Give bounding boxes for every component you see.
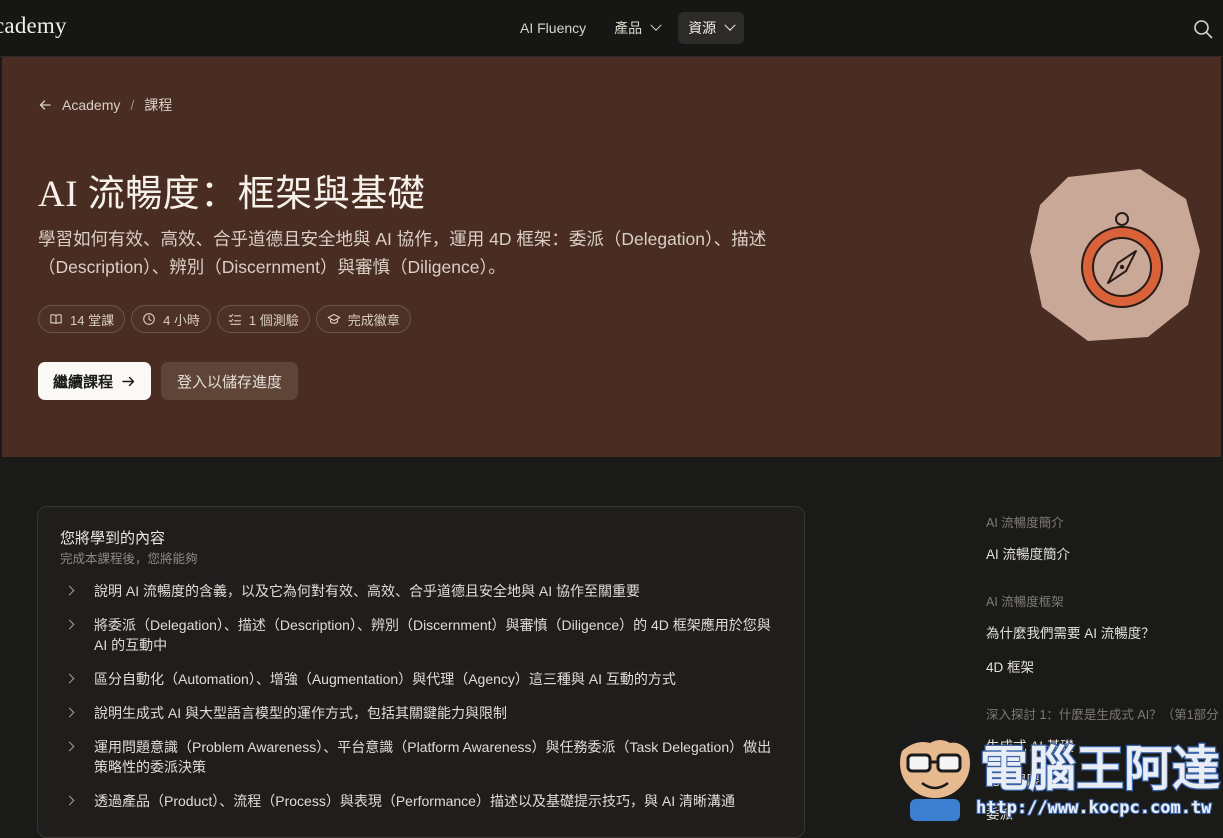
outcome-text: 運用問題意識（Problem Awareness）、平台意識（Platform …: [94, 739, 772, 775]
academy-logo[interactable]: cademy: [0, 13, 67, 39]
list-item: 區分自動化（Automation）、增強（Augmentation）與代理（Ag…: [60, 669, 780, 689]
learning-outcomes-card: 您將學到的內容 完成本課程後，您將能夠 說明 AI 流暢度的含義，以及它為何對有…: [37, 506, 805, 838]
badge-chip-label: 完成徽章: [347, 312, 400, 328]
clock-icon: [143, 313, 155, 325]
chevron-down-icon: [650, 19, 662, 31]
graduation-cap-icon: [327, 313, 341, 324]
outcome-text: 說明 AI 流暢度的含義，以及它為何對有效、高效、合乎道德且安全地與 AI 協作…: [94, 583, 641, 599]
outline-lesson-link[interactable]: AI 流暢度簡介: [986, 543, 1223, 563]
chevron-right-icon: [64, 673, 75, 684]
checklist-icon: [228, 313, 241, 325]
book-icon: [50, 314, 62, 325]
learning-outcomes-title: 您將學到的內容: [60, 530, 166, 547]
mascot-icon: [898, 726, 972, 821]
list-item: 將委派（Delegation）、描述（Description）、辨別（Disce…: [60, 615, 780, 655]
quiz-chip: 1 個測驗: [216, 305, 310, 333]
breadcrumb-separator: /: [130, 97, 135, 113]
list-item: 運用問題意識（Problem Awareness）、平台意識（Platform …: [60, 737, 780, 777]
chevron-right-icon: [64, 795, 75, 806]
site-watermark: 電腦王阿達 http://www.kocpc.com.tw: [898, 726, 1221, 821]
breadcrumb-academy-link[interactable]: Academy: [62, 97, 120, 113]
watermark-url: http://www.kocpc.com.tw: [976, 798, 1212, 818]
arrow-left-icon[interactable]: [38, 98, 52, 112]
nav-ai-fluency[interactable]: AI Fluency: [510, 12, 596, 44]
learning-outcomes-subtitle: 完成本課程後，您將能夠: [60, 552, 198, 566]
duration-chip-label: 4 小時: [163, 312, 200, 328]
list-item: 說明 AI 流暢度的含義，以及它為何對有效、高效、合乎道德且安全地與 AI 協作…: [60, 581, 780, 601]
outcome-text: 透過產品（Product）、流程（Process）與表現（Performance…: [94, 793, 735, 809]
continue-course-button[interactable]: 繼續課程: [38, 362, 152, 400]
outline-section-title: AI 流暢度框架: [986, 595, 1064, 609]
nav-products[interactable]: 產品: [604, 12, 670, 44]
badge-chip: 完成徽章: [315, 305, 411, 333]
chevron-right-icon: [64, 707, 75, 718]
breadcrumb-courses-link[interactable]: 課程: [144, 95, 172, 115]
nav-resources[interactable]: 資源: [678, 12, 745, 44]
search-icon: [1194, 20, 1213, 39]
nav-products-label: 產品: [614, 20, 643, 36]
outline-lesson-link[interactable]: 為什麼我們需要 AI 流暢度？: [986, 622, 1223, 642]
login-save-progress-label: 登入以儲存進度: [177, 373, 283, 391]
watermark-title: 電腦王阿達: [980, 741, 1220, 797]
outcome-text: 說明生成式 AI 與大型語言模型的運作方式，包括其關鍵能力與限制: [94, 705, 508, 721]
main-nav: AI Fluency 產品 資源: [510, 12, 745, 44]
breadcrumb: Academy / 課程: [38, 95, 172, 115]
course-hero: Academy / 課程 AI 流暢度：框架與基礎 學習如何有效、高效、合乎道德…: [2, 57, 1221, 457]
quiz-chip-label: 1 個測驗: [248, 312, 299, 328]
course-title: AI 流暢度：框架與基礎: [38, 174, 426, 215]
login-save-progress-button[interactable]: 登入以儲存進度: [161, 362, 299, 400]
outcome-text: 將委派（Delegation）、描述（Description）、辨別（Disce…: [94, 617, 771, 653]
lessons-chip-label: 14 堂課: [70, 312, 115, 328]
duration-chip: 4 小時: [131, 305, 211, 333]
learning-outcomes-list: 說明 AI 流暢度的含義，以及它為何對有效、高效、合乎道德且安全地與 AI 協作…: [60, 581, 780, 825]
continue-course-label: 繼續課程: [53, 373, 114, 391]
top-navigation: cademy AI Fluency 產品 資源: [0, 0, 1223, 57]
hero-actions: 繼續課程 登入以儲存進度: [38, 362, 299, 400]
list-item: 說明生成式 AI 與大型語言模型的運作方式，包括其關鍵能力與限制: [60, 703, 780, 723]
outcome-text: 區分自動化（Automation）、增強（Augmentation）與代理（Ag…: [94, 671, 676, 687]
course-description: 學習如何有效、高效、合乎道德且安全地與 AI 協作，運用 4D 框架：委派（De…: [38, 229, 767, 277]
chevron-right-icon: [64, 585, 75, 596]
nav-ai-fluency-label: AI Fluency: [520, 20, 587, 36]
lessons-chip: 14 堂課: [38, 305, 126, 333]
outline-lesson-link[interactable]: 4D 框架: [986, 656, 1223, 676]
course-meta-chips: 14 堂課 4 小時 1 個測驗 完成徽章: [38, 305, 411, 333]
outline-section-title: AI 流暢度簡介: [986, 516, 1064, 530]
search-button[interactable]: [1192, 18, 1214, 40]
arrow-right-icon: [122, 376, 135, 386]
chevron-right-icon: [64, 619, 75, 630]
chevron-right-icon: [64, 741, 75, 752]
nav-resources-label: 資源: [688, 20, 717, 36]
compass-illustration: [1030, 169, 1200, 341]
list-item: 透過產品（Product）、流程（Process）與表現（Performance…: [60, 791, 780, 811]
chevron-down-icon: [724, 19, 736, 31]
